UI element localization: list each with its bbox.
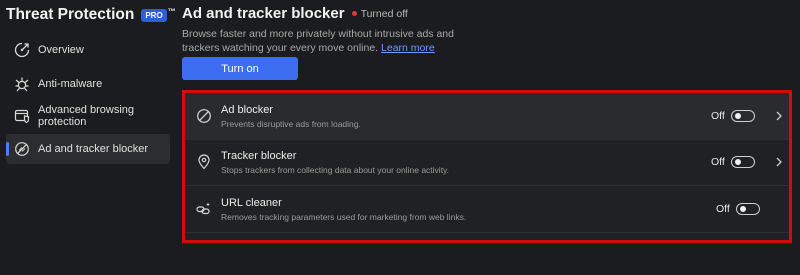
sidebar-item-anti-malware[interactable]: Anti-malware [6, 69, 170, 99]
status-dot [351, 11, 357, 16]
status-text: Turned off [360, 7, 408, 20]
feature-state-label: Off [716, 203, 730, 215]
chevron-right-icon[interactable] [774, 110, 784, 122]
ad-block-icon [196, 108, 212, 124]
pro-badge: PRO [141, 8, 167, 22]
link-clean-icon [196, 201, 212, 217]
feature-subtitle: Prevents disruptive ads from loading. [221, 118, 361, 129]
app-title: Threat Protection PRO ™ [6, 6, 176, 24]
sidebar-item-ad-tracker-blocker[interactable]: Ad and tracker blocker [6, 134, 170, 164]
sidebar-item-label: Anti-malware [38, 78, 103, 90]
sidebar: Threat Protection PRO ™ Overview Anti-ma… [0, 0, 176, 275]
feature-row-url-cleaner[interactable]: URL cleaner Removes tracking parameters … [185, 186, 789, 233]
location-pin-icon [196, 154, 212, 170]
virus-icon [14, 76, 30, 92]
feature-row-ad-blocker[interactable]: Ad blocker Prevents disruptive ads from … [185, 93, 789, 140]
feature-title: Ad blocker [221, 103, 273, 116]
feature-subtitle: Stops trackers from collecting data abou… [221, 164, 450, 175]
feature-state-label: Off [711, 110, 725, 122]
feature-text: Ad blocker Prevents disruptive ads from … [221, 104, 361, 129]
turn-on-button[interactable]: Turn on [182, 57, 298, 80]
sidebar-item-advanced-browsing[interactable]: Advanced browsing protection [6, 101, 170, 131]
trademark-symbol: ™ [167, 7, 176, 16]
learn-more-link[interactable]: Learn more [381, 42, 435, 54]
feature-title: Tracker blocker [221, 149, 297, 162]
ad-block-icon [14, 141, 30, 157]
feature-subtitle: Removes tracking parameters used for mar… [221, 211, 467, 222]
tracker-blocker-toggle[interactable] [731, 156, 755, 168]
feature-text: URL cleaner Removes tracking parameters … [221, 197, 466, 222]
url-cleaner-toggle[interactable] [736, 203, 760, 215]
browser-shield-icon [14, 108, 30, 124]
app-title-text: Threat Protection [6, 6, 135, 23]
feature-text: Tracker blocker Stops trackers from coll… [221, 150, 449, 175]
sidebar-item-overview[interactable]: Overview [6, 35, 170, 65]
page-title: Ad and tracker blocker [182, 5, 345, 22]
chevron-right-icon[interactable] [774, 156, 784, 168]
feature-list: Ad blocker Prevents disruptive ads from … [182, 90, 792, 243]
sidebar-item-label: Ad and tracker blocker [38, 143, 149, 155]
sidebar-item-label: Overview [38, 44, 84, 56]
page-header: Ad and tracker blocker Turned off [182, 5, 408, 22]
ad-blocker-toggle[interactable] [731, 110, 755, 122]
sidebar-item-label: Advanced browsing protection [38, 104, 135, 128]
feature-state-label: Off [711, 156, 725, 168]
feature-title: URL cleaner [221, 196, 282, 209]
overview-icon [14, 42, 30, 58]
feature-row-tracker-blocker[interactable]: Tracker blocker Stops trackers from coll… [185, 139, 789, 186]
page-description: Browse faster and more privately without… [182, 27, 482, 55]
